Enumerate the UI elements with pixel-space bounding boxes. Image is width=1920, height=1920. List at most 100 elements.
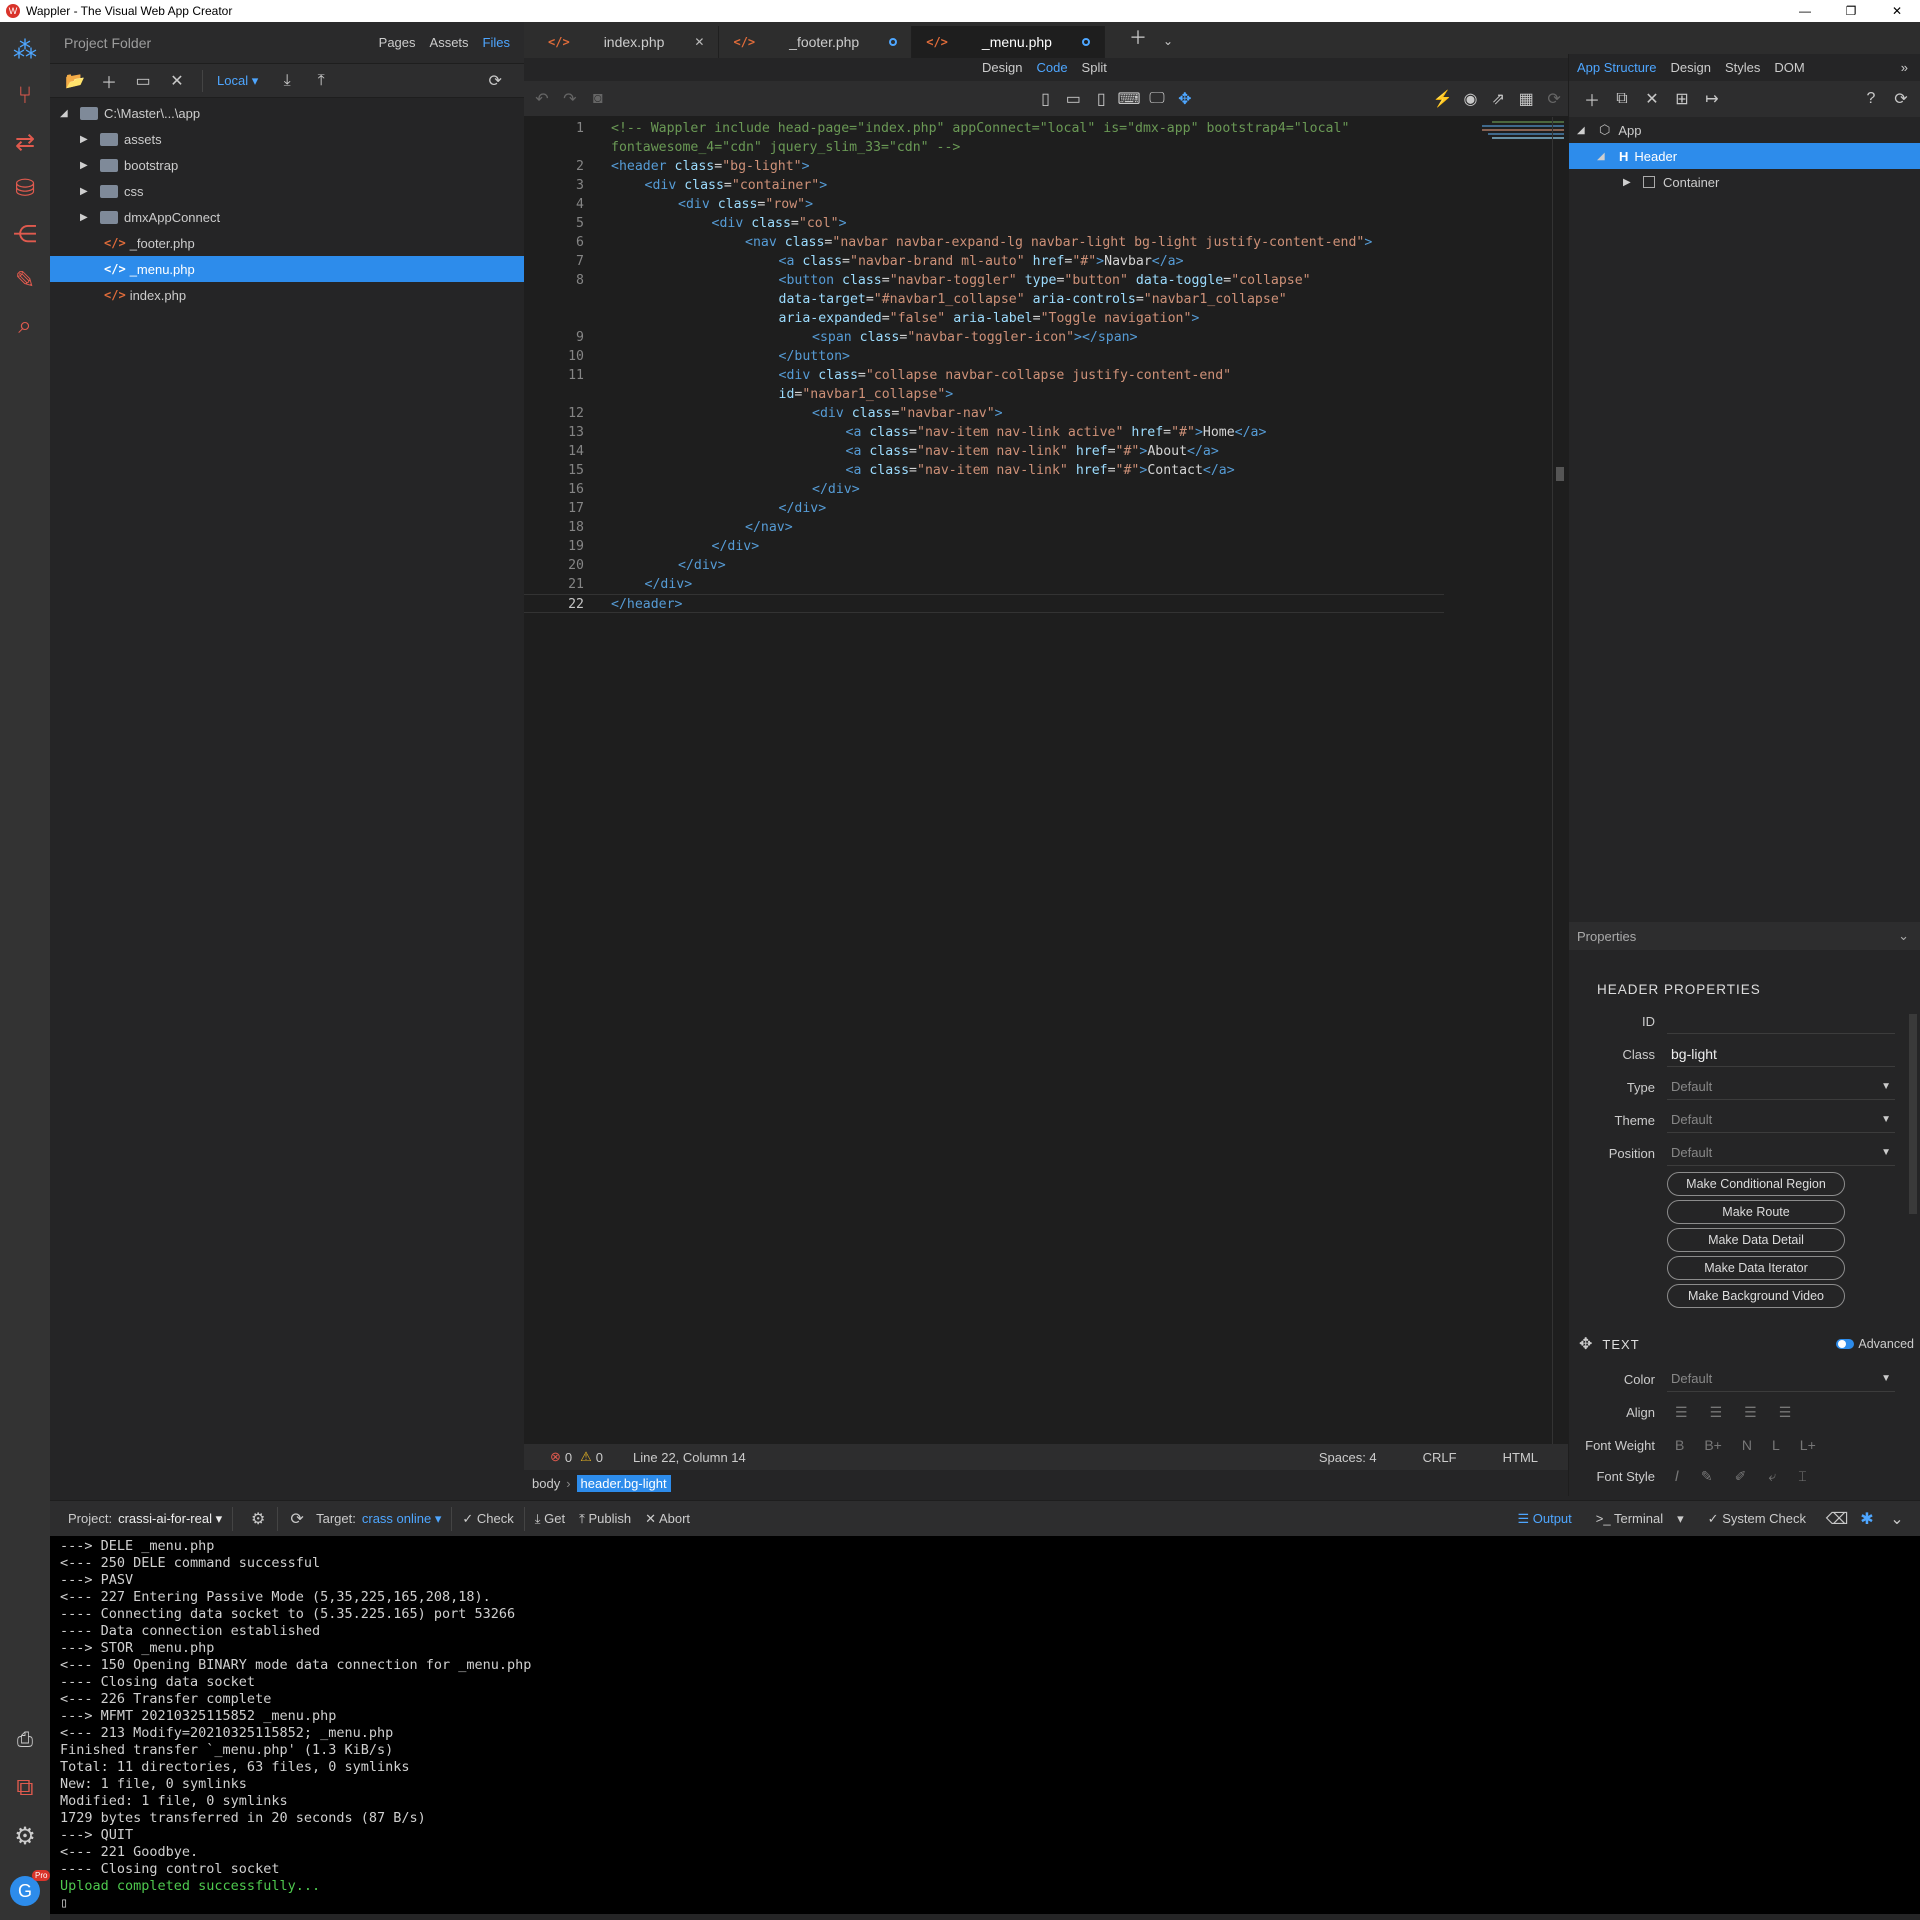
code-line[interactable]: 12 <div class="navbar-nav"> — [524, 404, 1444, 423]
minimap[interactable] — [1452, 117, 1568, 157]
duplicate-icon[interactable]: ⧉ — [1607, 86, 1637, 112]
make-background-video-button[interactable]: Make Background Video — [1667, 1284, 1845, 1308]
output-console[interactable]: ---> DELE _menu.php <--- 250 DELE command… — [50, 1536, 1920, 1914]
minimize-button[interactable]: — — [1782, 0, 1828, 22]
code-line[interactable]: 22 </header> — [524, 594, 1444, 613]
publish-icon[interactable]: ⎙ — [9, 1724, 41, 1756]
structure-item-app[interactable]: ◢ ⬡ App — [1569, 117, 1920, 143]
git-icon[interactable]: ⑂ — [9, 80, 41, 112]
view-design[interactable]: Design — [982, 60, 1022, 75]
tree-item-assets[interactable]: ▶ assets — [50, 126, 524, 152]
brush-icon[interactable]: ✐ — [1735, 1468, 1747, 1485]
strike-icon[interactable]: ⌶ — [1798, 1468, 1806, 1485]
reload-icon[interactable]: ⟳ — [1540, 86, 1568, 112]
code-line[interactable]: 5 <div class="col"> — [524, 214, 1444, 233]
code-line[interactable]: 10 </button> — [524, 347, 1444, 366]
properties-scrollbar[interactable] — [1909, 1014, 1917, 1214]
close-window-button[interactable]: ✕ — [1874, 0, 1920, 22]
tree-item-dmxappconnect[interactable]: ▶ dmxAppConnect — [50, 204, 524, 230]
resources-icon[interactable]: ✎ — [9, 264, 41, 296]
make-data-detail-button[interactable]: Make Data Detail — [1667, 1228, 1845, 1252]
chevron-right-icon[interactable]: ▶ — [80, 134, 94, 145]
advanced-toggle[interactable]: Advanced — [1836, 1337, 1914, 1351]
error-icon[interactable]: ⊗ — [550, 1449, 561, 1465]
project-select[interactable]: crassi-ai-for-real ▾ — [118, 1511, 222, 1527]
view-split[interactable]: Split — [1082, 60, 1107, 75]
line-ending[interactable]: CRLF — [1423, 1450, 1457, 1465]
wrap-icon[interactable]: ⊞ — [1667, 86, 1697, 112]
move-icon[interactable]: ↦ — [1697, 86, 1727, 112]
scrollbar-thumb[interactable] — [1556, 467, 1564, 481]
code-line[interactable]: 1 <!-- Wappler include head-page="index.p… — [524, 119, 1444, 138]
chevron-down-icon[interactable]: ⌄ — [1898, 928, 1909, 944]
terminal-tab[interactable]: >_ Terminal — [1596, 1511, 1663, 1526]
code-line[interactable]: 20 </div> — [524, 556, 1444, 575]
new-tab-icon[interactable]: ＋ — [1129, 24, 1147, 50]
device-phone-landscape-icon[interactable]: ▭ — [1059, 86, 1087, 112]
delete-icon[interactable]: ✕ — [162, 68, 192, 94]
tree-item-index[interactable]: </> index.php — [50, 282, 524, 308]
tab-files[interactable]: Files — [483, 35, 510, 50]
make-conditional-region-button[interactable]: Make Conditional Region — [1667, 1172, 1845, 1196]
view-code[interactable]: Code — [1036, 60, 1067, 75]
code-line[interactable]: 18 </nav> — [524, 518, 1444, 537]
chevron-right-icon[interactable]: ▶ — [80, 160, 94, 171]
qr-code-icon[interactable]: ▦ — [1512, 86, 1540, 112]
device-laptop-icon[interactable]: ⌨ — [1115, 86, 1143, 112]
clear-eraser-icon[interactable]: ⌫ — [1822, 1506, 1852, 1532]
sync-icon[interactable]: ⟳ — [282, 1506, 312, 1532]
chevron-right-icon[interactable]: ▶ — [1623, 177, 1637, 188]
workflows-icon[interactable]: ⇄ — [9, 126, 41, 158]
tab-app-structure[interactable]: App Structure — [1577, 60, 1657, 75]
search-icon[interactable]: ⌕ — [9, 310, 41, 342]
make-route-button[interactable]: Make Route — [1667, 1200, 1845, 1224]
make-data-iterator-button[interactable]: Make Data Iterator — [1667, 1256, 1845, 1280]
code-line[interactable]: 15 <a class="nav-item nav-link" href="#">… — [524, 461, 1444, 480]
refresh-icon[interactable]: ⟳ — [480, 68, 510, 94]
align-left-icon[interactable]: ☰ — [1675, 1404, 1688, 1421]
code-line[interactable]: 6 <nav class="navbar navbar-expand-lg nav… — [524, 233, 1444, 252]
undo-icon[interactable]: ↶ — [528, 86, 556, 112]
app-structure-icon[interactable]: ⁂ — [9, 34, 41, 66]
database-icon[interactable]: ⛁ — [9, 172, 41, 204]
code-line[interactable]: 9 <span class="navbar-toggler-icon"></spa… — [524, 328, 1444, 347]
tree-item-css[interactable]: ▶ css — [50, 178, 524, 204]
id-input[interactable] — [1667, 1008, 1895, 1034]
align-center-icon[interactable]: ☰ — [1710, 1404, 1723, 1421]
pen-icon[interactable]: ✎ — [1701, 1468, 1713, 1485]
type-select[interactable]: Default ▼ — [1667, 1074, 1895, 1100]
code-line[interactable]: id="navbar1_collapse"> — [524, 385, 1444, 404]
code-line[interactable]: 11 <div class="collapse navbar-collapse j… — [524, 366, 1444, 385]
modified-dot-icon[interactable] — [889, 38, 898, 46]
device-desktop-icon[interactable]: 🖵 — [1143, 86, 1171, 112]
live-bolt-icon[interactable]: ⚡ — [1429, 86, 1457, 112]
code-line[interactable]: 8 <button class="navbar-toggler" type="bu… — [524, 271, 1444, 290]
tree-item-bootstrap[interactable]: ▶ bootstrap — [50, 152, 524, 178]
tree-item-menu[interactable]: </> _menu.php — [50, 256, 524, 282]
properties-header[interactable]: Properties ⌄ — [1569, 922, 1920, 950]
font-weight-lighter[interactable]: L+ — [1800, 1437, 1816, 1453]
code-line[interactable]: 7 <a class="navbar-brand ml-auto" href="#… — [524, 252, 1444, 271]
breadcrumb-body[interactable]: body — [532, 1476, 560, 1491]
new-folder-icon[interactable]: ▭ — [128, 68, 158, 94]
chevron-right-icon[interactable]: ▶ — [80, 212, 94, 223]
debug-icon[interactable]: ✱ — [1852, 1506, 1882, 1532]
preview-eye-icon[interactable]: ◉ — [1457, 86, 1485, 112]
align-right-icon[interactable]: ☰ — [1744, 1404, 1757, 1421]
publish-button[interactable]: ⤒ Publish — [579, 1511, 631, 1527]
target-select[interactable]: crass online ▾ — [362, 1511, 442, 1527]
maximize-button[interactable]: ❐ — [1828, 0, 1874, 22]
terminal-dropdown-icon[interactable]: ▾ — [1677, 1511, 1684, 1527]
abort-button[interactable]: ✕ Abort — [645, 1511, 690, 1527]
open-folder-icon[interactable]: 📂 — [60, 68, 90, 94]
tab-styles[interactable]: Styles — [1725, 60, 1760, 75]
gear-icon[interactable]: ⚙ — [9, 1820, 41, 1852]
code-editor[interactable]: 1 <!-- Wappler include head-page="index.p… — [524, 117, 1568, 1444]
code-line[interactable]: 3 <div class="container"> — [524, 176, 1444, 195]
expand-panel-icon[interactable]: » — [1901, 60, 1908, 75]
font-weight-bolder[interactable]: B+ — [1704, 1437, 1722, 1453]
align-justify-icon[interactable]: ☰ — [1779, 1404, 1792, 1421]
font-weight-bold[interactable]: B — [1675, 1437, 1684, 1453]
tab-design[interactable]: Design — [1671, 60, 1711, 75]
tab-pages[interactable]: Pages — [379, 35, 416, 50]
